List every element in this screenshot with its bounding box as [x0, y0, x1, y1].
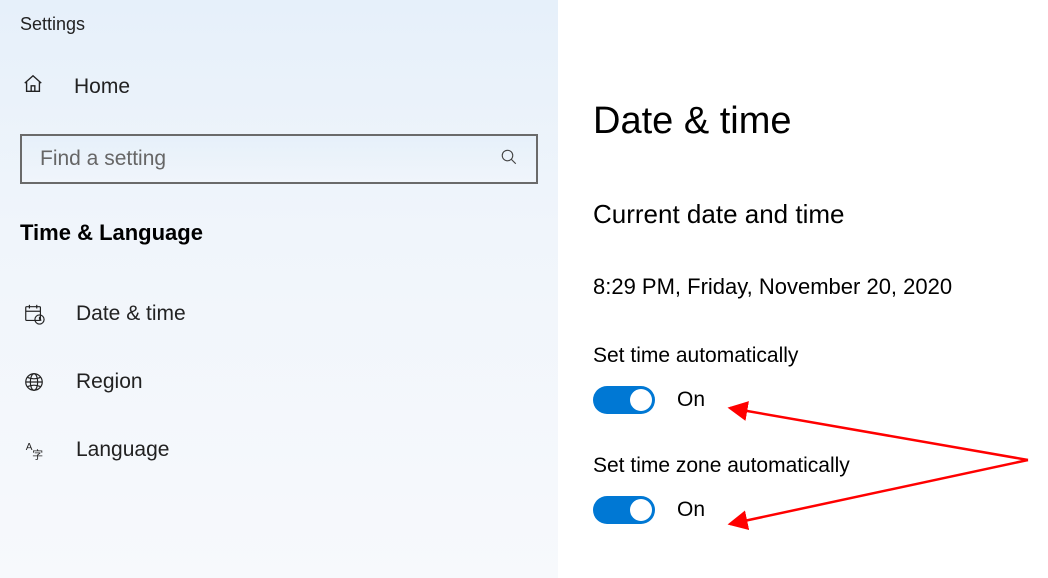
svg-text:字: 字	[32, 447, 43, 461]
section-title: Time & Language	[0, 220, 558, 280]
nav-label: Date & time	[76, 302, 186, 326]
set-timezone-auto-row: On	[593, 496, 1028, 524]
search-input[interactable]: Find a setting	[20, 134, 538, 184]
language-icon: A 字	[22, 438, 46, 462]
nav-label: Language	[76, 438, 169, 462]
main-content: Date & time Current date and time 8:29 P…	[558, 0, 1048, 578]
set-timezone-auto-label: Set time zone automatically	[593, 454, 1028, 478]
globe-icon	[22, 370, 46, 394]
toggle-state: On	[677, 498, 705, 522]
nav-language[interactable]: A 字 Language	[0, 416, 558, 484]
set-timezone-auto-toggle[interactable]	[593, 496, 655, 524]
home-label: Home	[74, 75, 130, 99]
search-placeholder: Find a setting	[40, 147, 166, 171]
settings-sidebar: Settings Home Find a setting Time & Lang…	[0, 0, 558, 578]
set-time-auto-row: On	[593, 386, 1028, 414]
current-datetime-header: Current date and time	[593, 199, 1028, 230]
home-icon	[22, 73, 44, 100]
nav-label: Region	[76, 370, 143, 394]
calendar-clock-icon	[22, 302, 46, 326]
home-nav[interactable]: Home	[0, 63, 558, 128]
set-time-auto-toggle[interactable]	[593, 386, 655, 414]
toggle-state: On	[677, 388, 705, 412]
current-datetime-value: 8:29 PM, Friday, November 20, 2020	[593, 274, 1028, 300]
page-title: Date & time	[593, 100, 1028, 143]
set-time-auto-label: Set time automatically	[593, 344, 1028, 368]
search-icon	[500, 148, 518, 171]
nav-region[interactable]: Region	[0, 348, 558, 416]
nav-date-time[interactable]: Date & time	[0, 280, 558, 348]
app-title: Settings	[0, 8, 558, 63]
